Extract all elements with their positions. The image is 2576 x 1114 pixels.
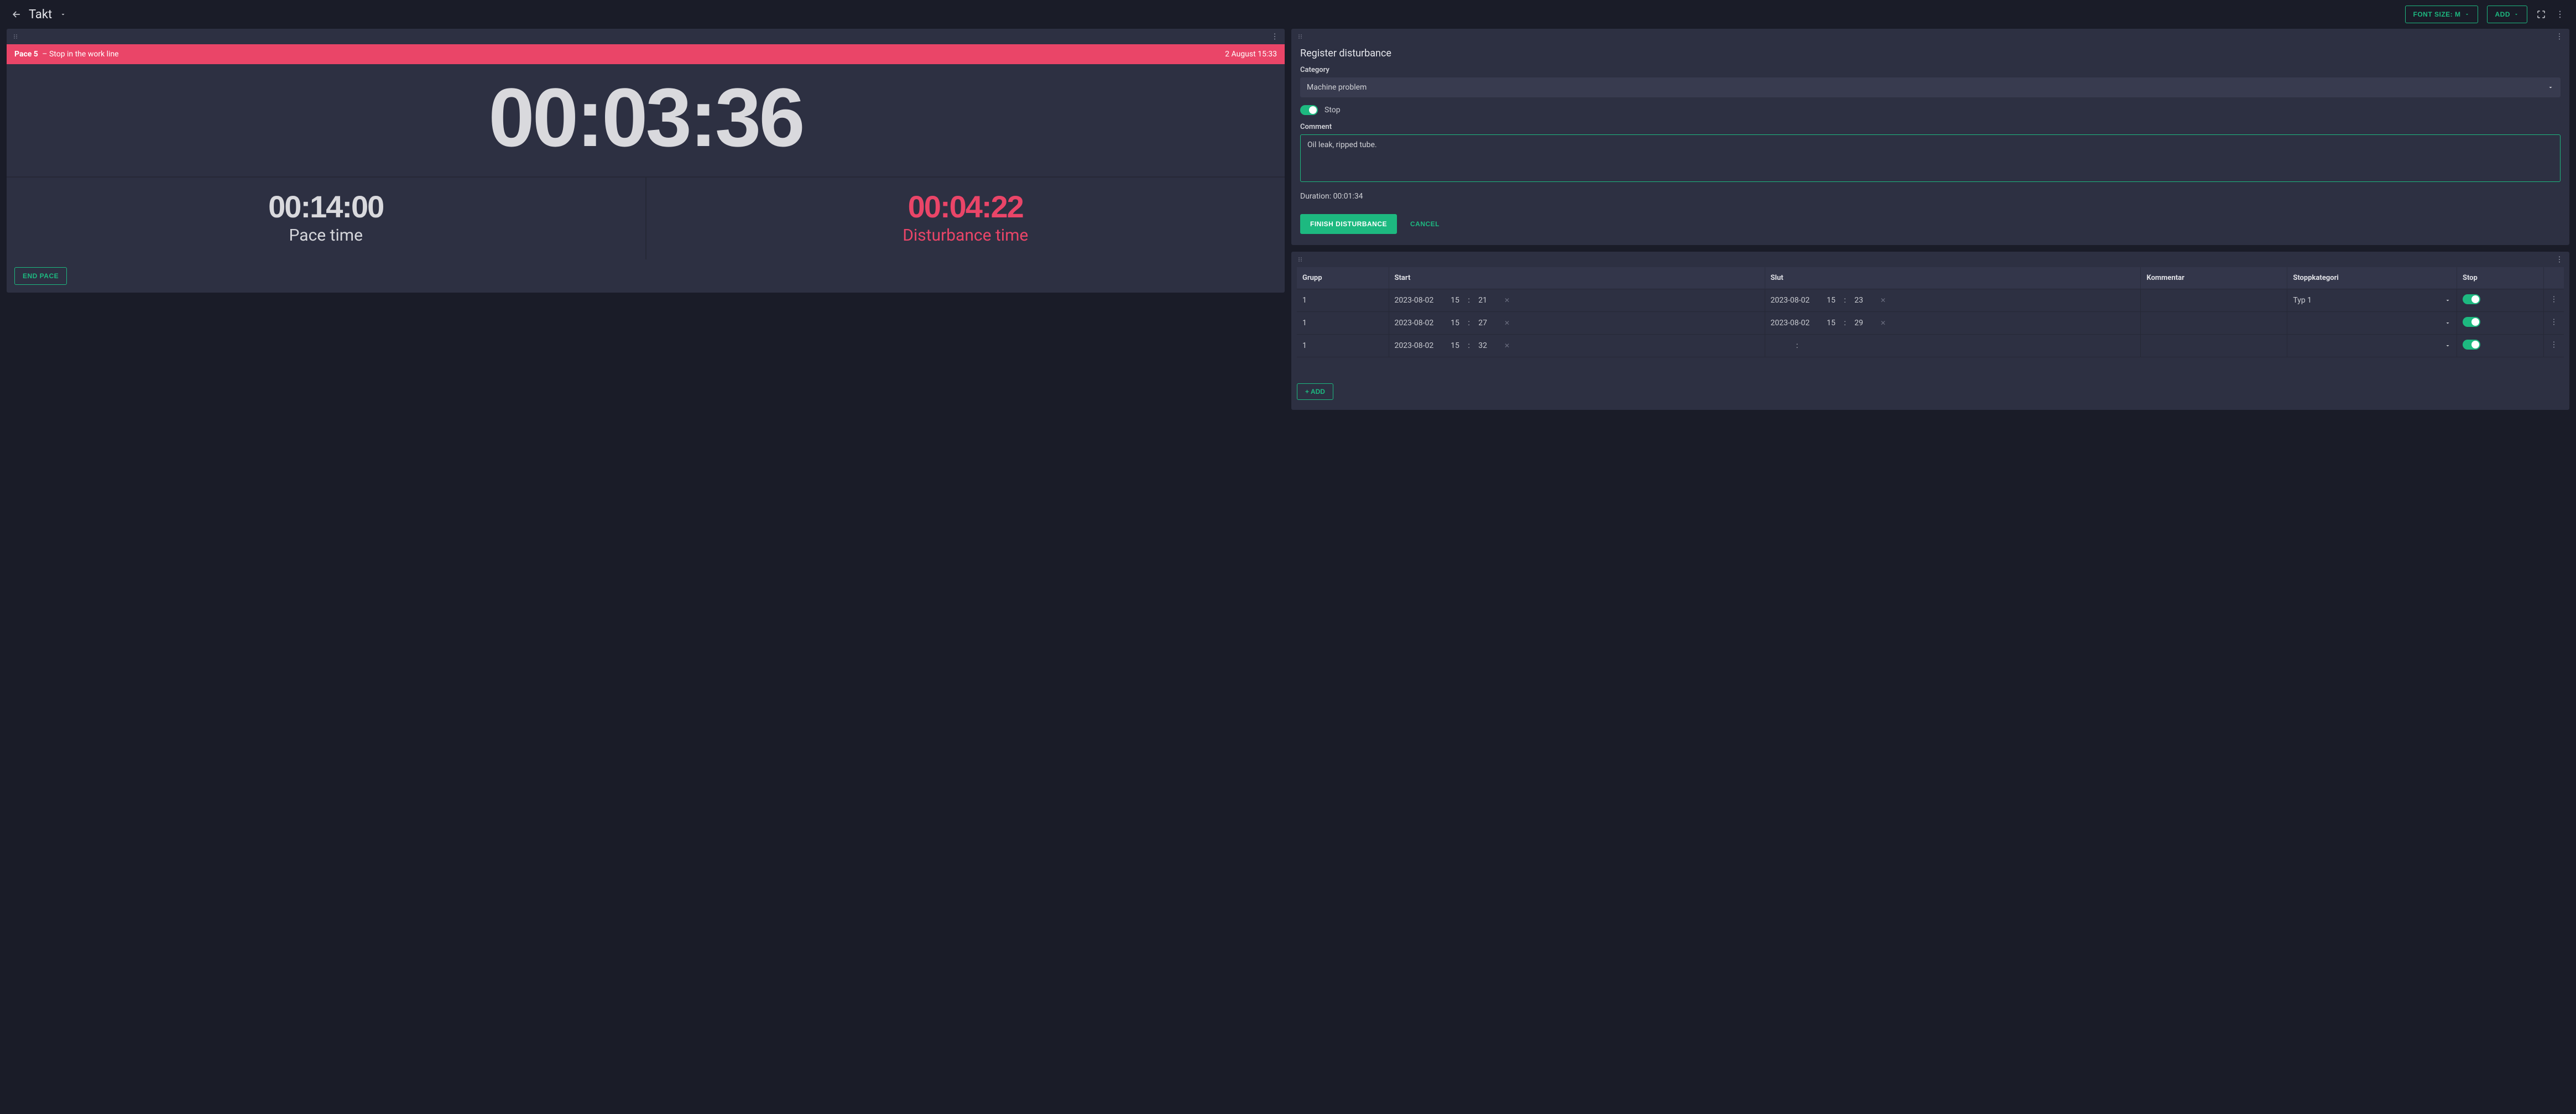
table-row: 12023-08-02 15 : 27 ✕2023-08-02 15 : 29 … <box>1297 312 2564 335</box>
fullscreen-icon[interactable] <box>2536 9 2546 19</box>
clear-icon[interactable]: ✕ <box>1504 319 1510 327</box>
drag-handle-icon[interactable] <box>1297 33 1303 40</box>
alert-message: Stop in the work line <box>49 50 119 59</box>
col-stop: Stop <box>2457 267 2543 289</box>
clear-icon[interactable]: ✕ <box>1880 319 1886 327</box>
form-title: Register disturbance <box>1300 48 2561 59</box>
font-size-button[interactable]: FONT SIZE: M <box>2405 6 2478 23</box>
stop-toggle[interactable] <box>1300 105 1318 115</box>
drag-handle-icon[interactable] <box>1297 256 1303 263</box>
row-kebab-icon[interactable] <box>2549 340 2558 349</box>
row-kebab-icon[interactable] <box>2549 317 2558 326</box>
pace-time-value: 00:14:00 <box>7 189 645 225</box>
comment-textarea[interactable] <box>1300 134 2561 182</box>
cell-comment[interactable] <box>2141 335 2287 357</box>
cell-start[interactable]: 2023-08-02 15 : 32 ✕ <box>1389 335 1765 357</box>
alert-pace: Pace 5 <box>14 50 38 59</box>
caret-down-icon <box>2547 84 2554 91</box>
disturbance-time-label: Disturbance time <box>646 226 1285 245</box>
cell-stop <box>2457 312 2543 335</box>
col-stopcat: Stoppkategori <box>2287 267 2457 289</box>
cell-group[interactable]: 1 <box>1297 335 1389 357</box>
cell-start[interactable]: 2023-08-02 15 : 21 ✕ <box>1389 289 1765 312</box>
panel-kebab-icon[interactable] <box>1270 32 1279 41</box>
stop-row-toggle[interactable] <box>2463 294 2480 304</box>
cell-end[interactable]: : <box>1765 335 2141 357</box>
cell-end[interactable]: 2023-08-02 15 : 29 ✕ <box>1765 312 2141 335</box>
cell-comment[interactable] <box>2141 289 2287 312</box>
clear-icon[interactable]: ✕ <box>1504 342 1510 350</box>
disturbance-time-value: 00:04:22 <box>646 189 1285 225</box>
col-start: Start <box>1389 267 1765 289</box>
pace-time-block: 00:14:00 Pace time <box>7 178 646 259</box>
cell-group[interactable]: 1 <box>1297 289 1389 312</box>
end-pace-button[interactable]: END PACE <box>14 267 67 285</box>
add-button[interactable]: ADD <box>2487 6 2528 23</box>
clear-icon[interactable]: ✕ <box>1504 296 1510 304</box>
col-comment: Kommentar <box>2141 267 2287 289</box>
page-title: Takt <box>29 8 52 22</box>
table-row: 12023-08-02 15 : 21 ✕2023-08-02 15 : 23 … <box>1297 289 2564 312</box>
cell-stopcat[interactable] <box>2287 335 2457 357</box>
panel-kebab-icon[interactable] <box>2555 255 2564 264</box>
caret-down-icon <box>2444 297 2451 304</box>
kebab-menu-icon[interactable] <box>2555 9 2565 19</box>
add-row-button[interactable]: + ADD <box>1297 383 1333 400</box>
caret-down-icon <box>2464 12 2470 17</box>
pace-panel: Pace 5 – Stop in the work line 2 August … <box>7 29 1285 293</box>
disturbance-table: Grupp Start Slut Kommentar Stoppkategori… <box>1297 267 2564 357</box>
caret-down-icon <box>2444 342 2451 349</box>
col-end: Slut <box>1765 267 2141 289</box>
category-value: Machine problem <box>1307 83 1367 92</box>
duration-value: 00:01:34 <box>1333 192 1363 201</box>
main-clock: 00:03:36 <box>7 64 1285 176</box>
register-disturbance-panel: Register disturbance Category Machine pr… <box>1291 29 2569 245</box>
stop-row-toggle[interactable] <box>2463 340 2480 350</box>
stop-row-toggle[interactable] <box>2463 317 2480 327</box>
cell-comment[interactable] <box>2141 312 2287 335</box>
title-caret-icon[interactable] <box>60 11 66 18</box>
table-row: 12023-08-02 15 : 32 ✕ : <box>1297 335 2564 357</box>
caret-down-icon <box>2514 12 2519 17</box>
back-arrow-icon[interactable] <box>11 9 22 20</box>
row-kebab-icon[interactable] <box>2549 295 2558 304</box>
cell-stopcat[interactable]: Typ 1 <box>2287 289 2457 312</box>
drag-handle-icon[interactable] <box>12 33 19 40</box>
finish-disturbance-button[interactable]: FINISH DISTURBANCE <box>1300 214 1397 234</box>
alert-separator: – <box>40 50 49 59</box>
category-select[interactable]: Machine problem <box>1300 77 2561 97</box>
disturbance-time-block: 00:04:22 Disturbance time <box>646 178 1285 259</box>
cell-stopcat[interactable] <box>2287 312 2457 335</box>
cell-end[interactable]: 2023-08-02 15 : 23 ✕ <box>1765 289 2141 312</box>
disturbance-table-panel: Grupp Start Slut Kommentar Stoppkategori… <box>1291 252 2569 410</box>
top-bar: Takt FONT SIZE: M ADD <box>0 0 2576 29</box>
add-label: ADD <box>2495 11 2511 18</box>
stop-toggle-label: Stop <box>1324 106 1341 114</box>
alert-bar: Pace 5 – Stop in the work line 2 August … <box>7 44 1285 64</box>
alert-timestamp: 2 August 15:33 <box>1225 50 1277 59</box>
cell-stop <box>2457 289 2543 312</box>
col-group: Grupp <box>1297 267 1389 289</box>
comment-label: Comment <box>1300 123 2561 131</box>
panel-kebab-icon[interactable] <box>2555 32 2564 41</box>
duration-text: Duration: 00:01:34 <box>1300 192 2561 201</box>
caret-down-icon <box>2444 320 2451 326</box>
pace-time-label: Pace time <box>7 226 645 245</box>
category-label: Category <box>1300 66 2561 74</box>
cell-start[interactable]: 2023-08-02 15 : 27 ✕ <box>1389 312 1765 335</box>
clear-icon[interactable]: ✕ <box>1880 296 1886 304</box>
cancel-button[interactable]: CANCEL <box>1410 220 1440 228</box>
cell-stop <box>2457 335 2543 357</box>
font-size-label: FONT SIZE: M <box>2413 11 2461 18</box>
cell-group[interactable]: 1 <box>1297 312 1389 335</box>
duration-prefix: Duration: <box>1300 192 1333 201</box>
